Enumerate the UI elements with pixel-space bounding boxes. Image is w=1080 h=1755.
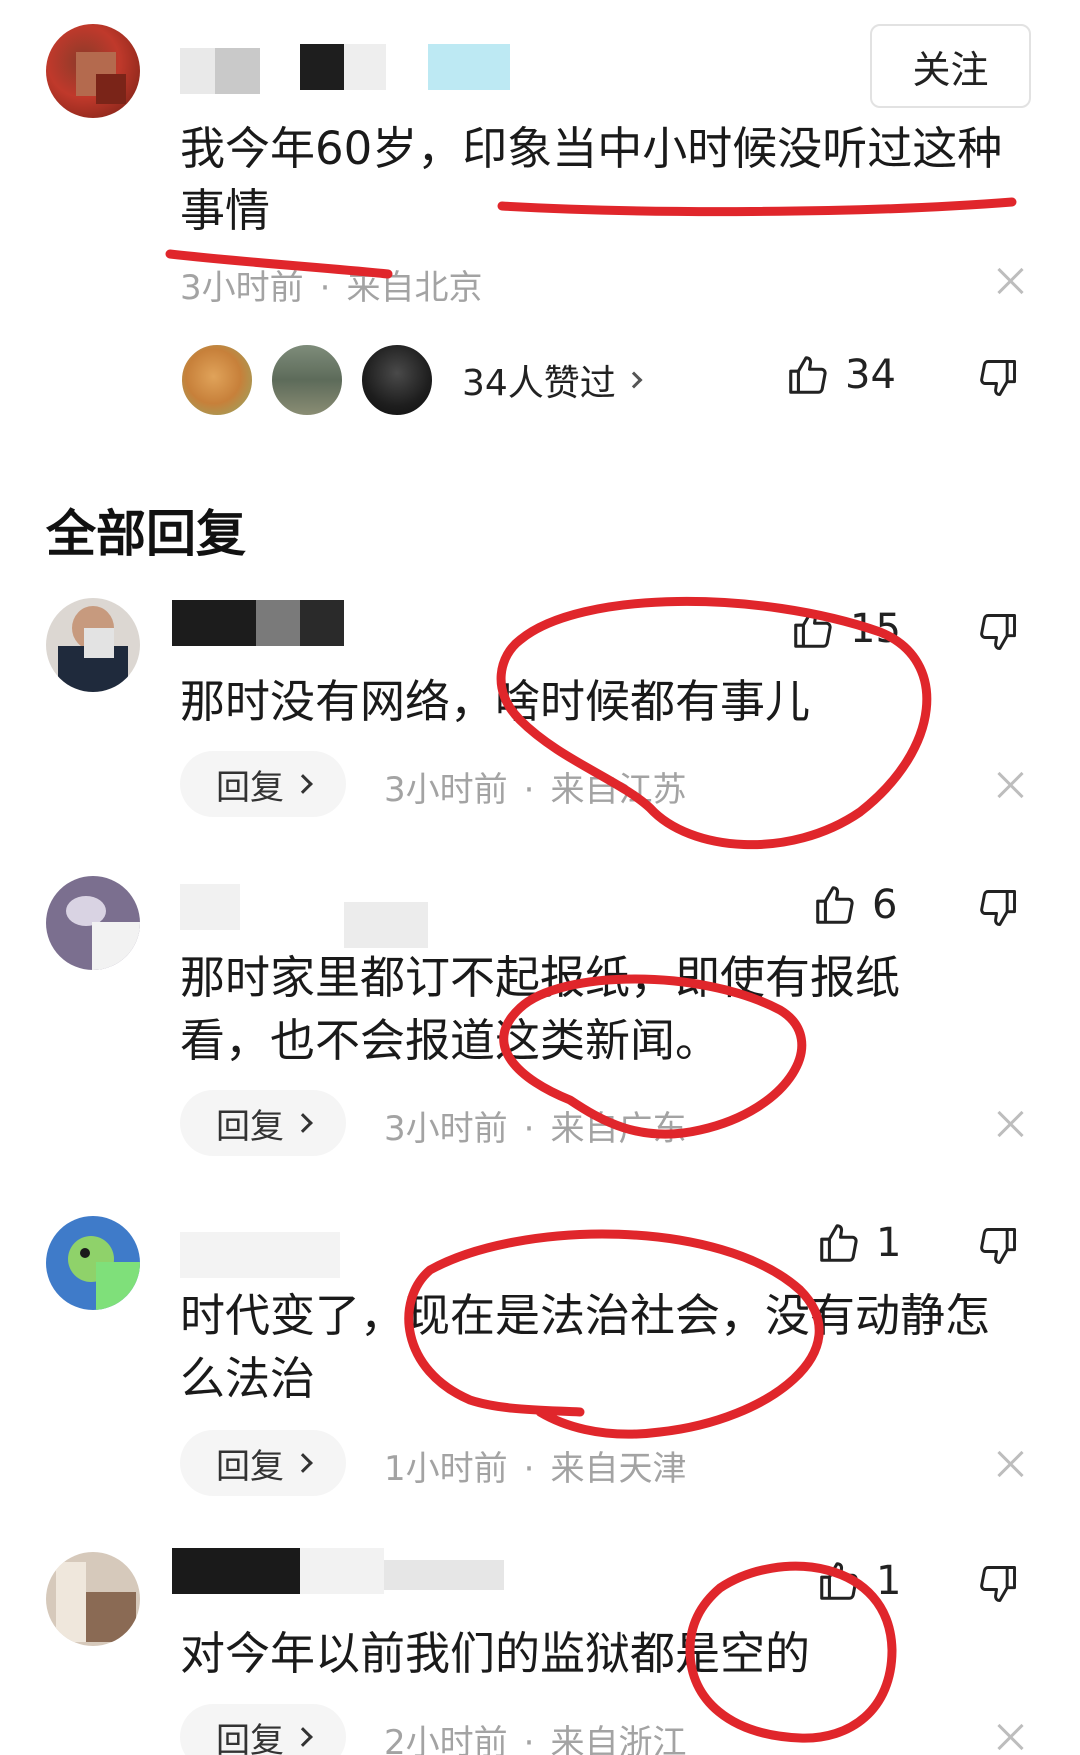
- like-button[interactable]: 6: [812, 882, 897, 928]
- reply-time: 3小时前: [384, 1109, 508, 1149]
- avatar[interactable]: [46, 1552, 140, 1646]
- reply-button[interactable]: 回复: [180, 751, 346, 817]
- chevron-right-icon: [293, 774, 313, 794]
- like-button[interactable]: 1: [816, 1220, 901, 1266]
- meta-dot: ·: [523, 1723, 535, 1755]
- reply-text: 对今年以前我们的监狱都是空的: [180, 1627, 811, 1680]
- dislike-button[interactable]: [976, 886, 1020, 934]
- like-count: 1: [876, 1220, 902, 1266]
- like-count: 15: [850, 606, 901, 652]
- chevron-right-icon: [293, 1727, 313, 1747]
- meta-dot: ·: [319, 268, 331, 308]
- reply-text: 那时没有网络，啥时候都有事儿: [180, 675, 811, 728]
- thumbs-up-icon: [820, 1224, 858, 1262]
- section-title: 全部回复: [46, 505, 246, 563]
- reply-time: 2小时前: [384, 1723, 508, 1755]
- chevron-right-icon: [293, 1113, 313, 1133]
- reply-button[interactable]: 回复: [180, 1704, 346, 1755]
- reply-label: 回复: [216, 1720, 284, 1755]
- thumbs-down-icon: [980, 614, 1016, 650]
- reply-location: 来自浙江: [550, 1723, 687, 1755]
- like-count: 34: [845, 352, 896, 398]
- avatar[interactable]: [46, 598, 140, 692]
- thumbs-down-icon: [980, 1228, 1016, 1264]
- dislike-button[interactable]: [976, 356, 1020, 404]
- reply-meta: 1小时前 · 来自天津: [384, 1441, 686, 1490]
- reply-meta: 3小时前 · 来自广东: [384, 1101, 686, 1150]
- reply-button[interactable]: 回复: [180, 1430, 346, 1496]
- liked-summary: 34人赞过: [462, 363, 616, 404]
- reply-text: 时代变了，现在是法治社会，没有动静怎么法治: [180, 1289, 991, 1405]
- like-count: 1: [876, 1558, 902, 1604]
- avatar[interactable]: [46, 876, 140, 970]
- comment-text: 我今年60岁，印象当中小时候没听过这种事情: [180, 122, 1003, 237]
- thumbs-down-icon: [980, 1566, 1016, 1602]
- close-icon[interactable]: [993, 1447, 1027, 1481]
- thumbs-up-icon: [820, 1562, 858, 1600]
- dislike-button[interactable]: [976, 1224, 1020, 1272]
- reply-meta: 2小时前 · 来自浙江: [384, 1715, 686, 1755]
- comment-time: 3小时前: [180, 268, 304, 308]
- chevron-right-icon: [293, 1453, 313, 1473]
- like-count: 6: [872, 882, 898, 928]
- avatar[interactable]: [46, 1216, 140, 1310]
- close-icon[interactable]: [993, 1107, 1027, 1141]
- close-icon[interactable]: [993, 1720, 1027, 1754]
- thumbs-up-icon: [794, 610, 832, 648]
- dislike-button[interactable]: [976, 1562, 1020, 1610]
- likers-row[interactable]: 34人赞过: [180, 343, 643, 417]
- chevron-right-icon: [625, 371, 643, 389]
- follow-button[interactable]: 关注: [870, 24, 1031, 108]
- reply-location: 来自广东: [550, 1109, 687, 1149]
- red-annotation-overlay: [165, 197, 1017, 1743]
- reply-location: 来自天津: [550, 1449, 687, 1489]
- reply-label: 回复: [216, 1106, 284, 1147]
- reply-meta: 3小时前 · 来自江苏: [384, 762, 686, 811]
- liker-avatar: [180, 343, 254, 417]
- thumbs-down-icon: [980, 360, 1016, 396]
- liked-summary-link[interactable]: 34人赞过: [462, 354, 643, 406]
- like-button[interactable]: 1: [816, 1558, 901, 1604]
- reply-label: 回复: [216, 767, 284, 808]
- thumbs-up-icon: [816, 886, 854, 924]
- avatar[interactable]: [46, 24, 140, 118]
- comment-location: 来自北京: [346, 268, 483, 308]
- reply-location: 来自江苏: [550, 770, 687, 810]
- close-icon[interactable]: [993, 768, 1027, 802]
- reply-time: 3小时前: [384, 770, 508, 810]
- reply-text: 那时家里都订不起报纸，即使有报纸看，也不会报道这类新闻。: [180, 951, 901, 1067]
- dislike-button[interactable]: [976, 610, 1020, 658]
- like-button[interactable]: 34: [785, 352, 896, 398]
- meta-dot: ·: [523, 1449, 535, 1489]
- reply-button[interactable]: 回复: [180, 1090, 346, 1156]
- liker-avatar: [360, 343, 434, 417]
- thumbs-up-icon: [789, 356, 827, 394]
- like-button[interactable]: 15: [790, 606, 901, 652]
- meta-dot: ·: [523, 770, 535, 810]
- comment-meta: 3小时前 · 来自北京: [180, 260, 482, 309]
- liker-avatar: [270, 343, 344, 417]
- reply-time: 1小时前: [384, 1449, 508, 1489]
- thumbs-down-icon: [980, 890, 1016, 926]
- reply-label: 回复: [216, 1446, 284, 1487]
- close-icon[interactable]: [993, 264, 1027, 298]
- meta-dot: ·: [523, 1109, 535, 1149]
